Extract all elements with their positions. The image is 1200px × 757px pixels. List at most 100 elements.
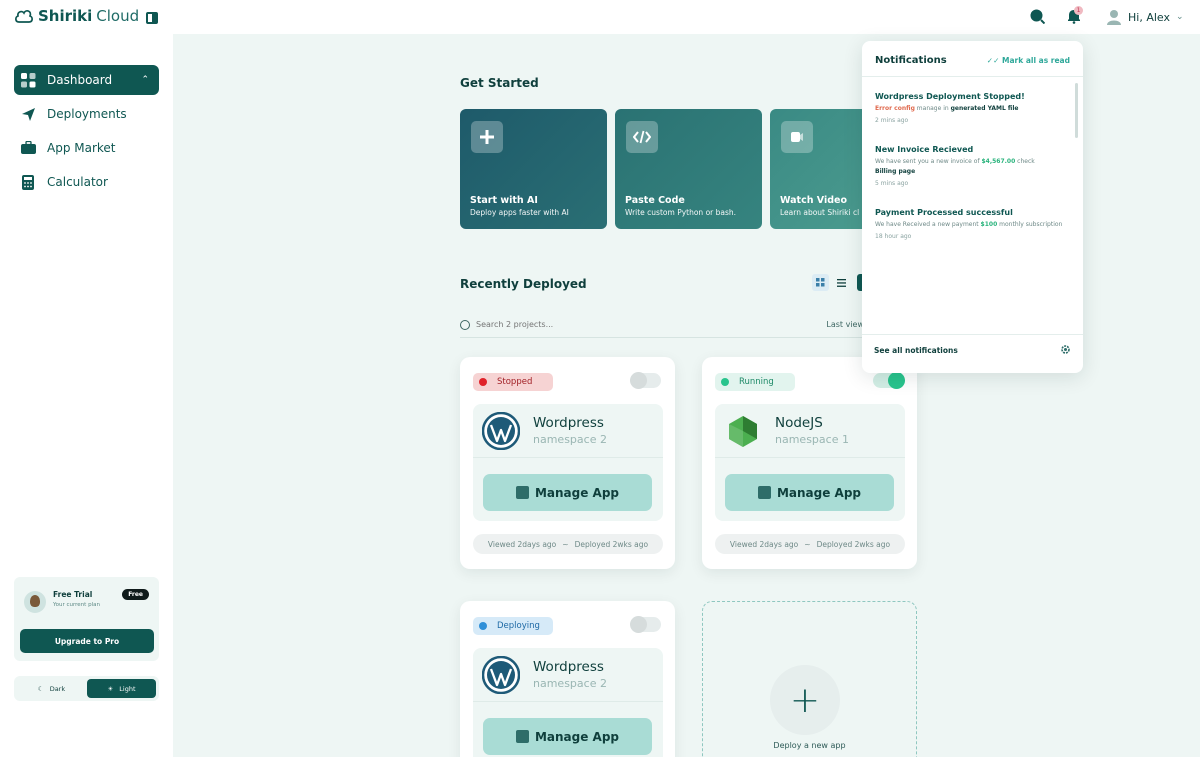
grid-icon [20, 72, 36, 88]
paste-code-card[interactable]: Paste Code Write custom Python or bash. [615, 109, 762, 229]
app-name: Wordpress [533, 659, 604, 675]
notification-time: 2 mins ago [875, 117, 909, 125]
see-all-notifications-link[interactable]: See all notifications [874, 346, 958, 355]
body-text: manage in [914, 105, 951, 112]
card-title: Watch Video [780, 195, 848, 206]
sidebar: Shiriki Cloud Dashboard ⌃ Deployments App… [0, 0, 173, 757]
sidebar-item-label: Dashboard [47, 73, 113, 87]
app-meta: Viewed 2days ago ~ Deployed 2wks ago [473, 534, 663, 554]
notifications-title: Notifications [875, 55, 947, 66]
plan-badge: Free [122, 589, 149, 600]
briefcase-icon [20, 140, 36, 156]
wordpress-logo-icon [482, 656, 520, 694]
app-namespace: namespace 2 [533, 433, 607, 446]
app-toggle[interactable] [630, 372, 661, 389]
amount-text: $4,567.00 [981, 158, 1016, 165]
error-text: Error config [875, 105, 915, 112]
collapse-sidebar-icon[interactable] [146, 12, 158, 24]
status-badge: Stopped [473, 373, 553, 391]
link-text[interactable]: generated YAML file [951, 105, 1019, 112]
search-icon [460, 319, 470, 330]
sun-icon: ☀ [107, 684, 114, 693]
grid-view-button[interactable] [812, 274, 829, 291]
user-menu[interactable]: Hi, Alex ⌄ [1106, 9, 1184, 25]
card-desc: Learn about Shiriki cl [780, 208, 860, 217]
card-desc: Deploy apps faster with AI [470, 208, 569, 217]
meta-separator: ~ [804, 539, 811, 549]
moon-icon: ☾ [37, 684, 44, 693]
notification-body: We have Received a new payment $100 mont… [875, 220, 1065, 230]
notification-item[interactable]: New Invoice Recieved We have sent you a … [875, 145, 1065, 187]
chart-bars-icon [515, 730, 529, 743]
manage-app-label: Manage App [534, 729, 620, 744]
user-greeting: Hi, Alex [1128, 10, 1170, 24]
code-icon [626, 121, 658, 153]
plan-title: Free Trial [53, 590, 93, 599]
app-card: Deploying Wordpress namespace 2 Manage A… [460, 601, 675, 757]
sidebar-item-deployments[interactable]: Deployments [14, 99, 159, 129]
app-card: Stopped Wordpress namespace 2 Manage App… [460, 357, 675, 569]
notification-item[interactable]: Wordpress Deployment Stopped! Error conf… [875, 92, 1065, 124]
notification-title: New Invoice Recieved [875, 145, 974, 154]
app-toggle[interactable] [630, 616, 661, 633]
notification-time: 18 hour ago [875, 233, 912, 241]
cloud-logo-icon [15, 10, 33, 23]
plus-icon[interactable]: + [770, 665, 840, 735]
search-icon[interactable] [1030, 9, 1045, 24]
status-badge: Deploying [473, 617, 553, 635]
notification-time: 5 mins ago [875, 180, 909, 188]
list-view-button[interactable] [833, 274, 850, 291]
app-toggle[interactable] [873, 372, 905, 389]
brand-light: Cloud [96, 7, 140, 25]
recently-deployed-title: Recently Deployed [460, 277, 587, 291]
app-info: NodeJS namespace 1 Manage App [715, 404, 905, 521]
upgrade-button[interactable]: Upgrade to Pro [20, 629, 154, 653]
app-name: NodeJS [775, 415, 823, 431]
sort-select[interactable]: Last view [826, 320, 864, 329]
app-name: Wordpress [533, 415, 604, 431]
sidebar-item-label: Deployments [47, 107, 127, 121]
start-with-ai-card[interactable]: Start with AI Deploy apps faster with AI [460, 109, 607, 229]
mark-all-read-button[interactable]: ✓✓ Mark all as read [987, 56, 1070, 65]
notification-title: Wordpress Deployment Stopped! [875, 92, 1025, 101]
deployed-text: Deployed 2wks ago [574, 539, 649, 549]
viewed-text: Viewed 2days ago [487, 539, 557, 549]
sparkle-plus-icon [471, 121, 503, 153]
sidebar-item-label: App Market [47, 141, 116, 155]
manage-app-button[interactable]: Manage App [483, 718, 652, 755]
chart-bars-icon [757, 486, 771, 499]
watch-video-card[interactable]: Watch Video Learn about Shiriki cl [770, 109, 862, 229]
calculator-icon [20, 174, 36, 190]
app-card: Running NodeJS namespace 1 Manage App Vi… [702, 357, 917, 569]
notification-item[interactable]: Payment Processed successful We have Rec… [875, 208, 1065, 240]
gear-icon[interactable] [1060, 344, 1071, 355]
app-info: Wordpress namespace 2 Manage App [473, 648, 663, 757]
link-text[interactable]: Billing page [875, 168, 915, 175]
nodejs-logo-icon [729, 416, 757, 447]
manage-app-button[interactable]: Manage App [725, 474, 894, 511]
notifications-bell[interactable]: 1 [1066, 6, 1084, 26]
sidebar-item-calculator[interactable]: Calculator [14, 167, 159, 197]
theme-switcher: ☾ Dark ☀ Light [14, 676, 159, 701]
sidebar-item-app-market[interactable]: App Market [14, 133, 159, 163]
app-namespace: namespace 1 [775, 433, 849, 446]
brand-logo[interactable]: Shiriki Cloud [14, 7, 139, 25]
plan-subtitle: Your current plan [53, 602, 100, 608]
notification-count-badge: 1 [1074, 6, 1083, 15]
deploy-new-app-card[interactable]: + Deploy a new app [702, 601, 917, 757]
sidebar-item-label: Calculator [47, 175, 108, 189]
amount-text: $100 [980, 221, 998, 228]
card-title: Start with AI [470, 195, 538, 206]
top-bar [0, 0, 1200, 34]
grid-view-icon [816, 278, 825, 287]
deployed-text: Deployed 2wks ago [816, 539, 891, 549]
project-search-input[interactable] [476, 320, 656, 329]
sidebar-item-dashboard[interactable]: Dashboard ⌃ [14, 65, 159, 95]
chevron-up-icon[interactable]: ⌃ [141, 75, 149, 85]
notifications-panel: Notifications ✓✓ Mark all as read Wordpr… [862, 41, 1083, 373]
scrollbar[interactable] [1075, 83, 1078, 138]
theme-light-option[interactable]: ☀ Light [87, 679, 156, 698]
card-desc: Write custom Python or bash. [625, 208, 737, 217]
manage-app-button[interactable]: Manage App [483, 474, 652, 511]
theme-dark-option[interactable]: ☾ Dark [17, 679, 86, 698]
